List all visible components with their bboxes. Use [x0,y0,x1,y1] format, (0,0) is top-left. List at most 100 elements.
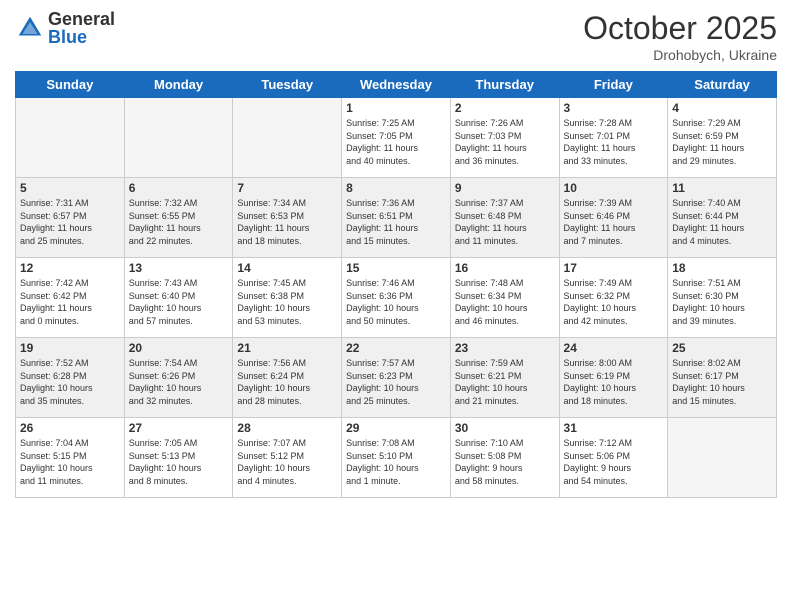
col-thursday: Thursday [450,72,559,98]
calendar-row: 5 Sunrise: 7:31 AM Sunset: 6:57 PM Daylig… [16,178,777,258]
day-number: 16 [455,261,555,275]
calendar-row: 1Sunrise: 7:25 AM Sunset: 7:05 PM Daylig… [16,98,777,178]
day-number: 11 [672,181,772,195]
day-info: Sunrise: 7:42 AM Sunset: 6:42 PM Dayligh… [20,277,120,327]
day-info: Sunrise: 7:51 AM Sunset: 6:30 PM Dayligh… [672,277,772,327]
day-number: 14 [237,261,337,275]
table-row: 3Sunrise: 7:28 AM Sunset: 7:01 PM Daylig… [559,98,668,178]
day-number: 3 [564,101,664,115]
day-number: 6 [129,181,229,195]
table-row: 1Sunrise: 7:25 AM Sunset: 7:05 PM Daylig… [342,98,451,178]
table-row: 8Sunrise: 7:36 AM Sunset: 6:51 PM Daylig… [342,178,451,258]
calendar: Sunday Monday Tuesday Wednesday Thursday… [15,71,777,498]
col-saturday: Saturday [668,72,777,98]
day-info: Sunrise: 7:43 AM Sunset: 6:40 PM Dayligh… [129,277,229,327]
day-number: 7 [237,181,337,195]
table-row: 22Sunrise: 7:57 AM Sunset: 6:23 PM Dayli… [342,338,451,418]
table-row [668,418,777,498]
day-number: 20 [129,341,229,355]
table-row: 26 Sunrise: 7:04 AM Sunset: 5:15 PM Dayli… [16,418,125,498]
calendar-row: 12Sunrise: 7:42 AM Sunset: 6:42 PM Dayli… [16,258,777,338]
day-info: Sunrise: 8:00 AM Sunset: 6:19 PM Dayligh… [564,357,664,407]
day-info: Sunrise: 7:25 AM Sunset: 7:05 PM Dayligh… [346,117,446,167]
table-row: 5 Sunrise: 7:31 AM Sunset: 6:57 PM Daylig… [16,178,125,258]
logo-icon [15,13,45,43]
day-number: 17 [564,261,664,275]
day-info: Sunrise: 7:10 AM Sunset: 5:08 PM Dayligh… [455,437,555,487]
day-info: Sunrise: 7:52 AM Sunset: 6:28 PM Dayligh… [20,357,120,407]
title-block: October 2025 Drohobych, Ukraine [583,10,777,63]
day-info: Sunrise: 7:29 AM Sunset: 6:59 PM Dayligh… [672,117,772,167]
day-number: 19 [20,341,120,355]
day-info: Sunrise: 7:45 AM Sunset: 6:38 PM Dayligh… [237,277,337,327]
day-info: Sunrise: 7:57 AM Sunset: 6:23 PM Dayligh… [346,357,446,407]
table-row: 21Sunrise: 7:56 AM Sunset: 6:24 PM Dayli… [233,338,342,418]
day-number: 29 [346,421,446,435]
day-info: Sunrise: 7:12 AM Sunset: 5:06 PM Dayligh… [564,437,664,487]
col-monday: Monday [124,72,233,98]
location: Drohobych, Ukraine [583,47,777,63]
day-number: 27 [129,421,229,435]
day-number: 21 [237,341,337,355]
col-tuesday: Tuesday [233,72,342,98]
table-row: 7 Sunrise: 7:34 AM Sunset: 6:53 PM Daylig… [233,178,342,258]
day-info: Sunrise: 7:54 AM Sunset: 6:26 PM Dayligh… [129,357,229,407]
calendar-row: 26 Sunrise: 7:04 AM Sunset: 5:15 PM Dayli… [16,418,777,498]
day-info: Sunrise: 7:36 AM Sunset: 6:51 PM Dayligh… [346,197,446,247]
day-number: 26 [20,421,120,435]
day-number: 15 [346,261,446,275]
day-number: 5 [20,181,120,195]
table-row: 18 Sunrise: 7:51 AM Sunset: 6:30 PM Dayli… [668,258,777,338]
header-row: Sunday Monday Tuesday Wednesday Thursday… [16,72,777,98]
table-row: 24 Sunrise: 8:00 AM Sunset: 6:19 PM Dayli… [559,338,668,418]
page: General Blue October 2025 Drohobych, Ukr… [0,0,792,612]
table-row: 19 Sunrise: 7:52 AM Sunset: 6:28 PM Dayli… [16,338,125,418]
day-number: 10 [564,181,664,195]
day-number: 25 [672,341,772,355]
day-number: 31 [564,421,664,435]
table-row: 23Sunrise: 7:59 AM Sunset: 6:21 PM Dayli… [450,338,559,418]
table-row: 28Sunrise: 7:07 AM Sunset: 5:12 PM Dayli… [233,418,342,498]
table-row: 27 Sunrise: 7:05 AM Sunset: 5:13 PM Dayli… [124,418,233,498]
day-info: Sunrise: 7:05 AM Sunset: 5:13 PM Dayligh… [129,437,229,487]
day-number: 30 [455,421,555,435]
day-info: Sunrise: 7:49 AM Sunset: 6:32 PM Dayligh… [564,277,664,327]
table-row: 16 Sunrise: 7:48 AM Sunset: 6:34 PM Dayli… [450,258,559,338]
logo: General Blue [15,10,115,46]
table-row: 10 Sunrise: 7:39 AM Sunset: 6:46 PM Dayli… [559,178,668,258]
day-info: Sunrise: 7:40 AM Sunset: 6:44 PM Dayligh… [672,197,772,247]
table-row: 14 Sunrise: 7:45 AM Sunset: 6:38 PM Dayli… [233,258,342,338]
table-row [233,98,342,178]
day-info: Sunrise: 7:08 AM Sunset: 5:10 PM Dayligh… [346,437,446,487]
month-title: October 2025 [583,10,777,47]
logo-general: General [48,10,115,28]
day-number: 18 [672,261,772,275]
table-row: 29 Sunrise: 7:08 AM Sunset: 5:10 PM Dayli… [342,418,451,498]
day-number: 23 [455,341,555,355]
table-row: 6Sunrise: 7:32 AM Sunset: 6:55 PM Daylig… [124,178,233,258]
table-row [124,98,233,178]
table-row: 15Sunrise: 7:46 AM Sunset: 6:36 PM Dayli… [342,258,451,338]
table-row: 17 Sunrise: 7:49 AM Sunset: 6:32 PM Dayli… [559,258,668,338]
day-info: Sunrise: 7:34 AM Sunset: 6:53 PM Dayligh… [237,197,337,247]
day-number: 24 [564,341,664,355]
day-number: 2 [455,101,555,115]
day-info: Sunrise: 7:39 AM Sunset: 6:46 PM Dayligh… [564,197,664,247]
table-row: 20 Sunrise: 7:54 AM Sunset: 6:26 PM Dayli… [124,338,233,418]
header: General Blue October 2025 Drohobych, Ukr… [15,10,777,63]
col-sunday: Sunday [16,72,125,98]
day-info: Sunrise: 7:07 AM Sunset: 5:12 PM Dayligh… [237,437,337,487]
col-wednesday: Wednesday [342,72,451,98]
table-row: 11 Sunrise: 7:40 AM Sunset: 6:44 PM Dayli… [668,178,777,258]
col-friday: Friday [559,72,668,98]
day-info: Sunrise: 7:31 AM Sunset: 6:57 PM Dayligh… [20,197,120,247]
table-row: 13Sunrise: 7:43 AM Sunset: 6:40 PM Dayli… [124,258,233,338]
table-row: 9Sunrise: 7:37 AM Sunset: 6:48 PM Daylig… [450,178,559,258]
table-row: 25Sunrise: 8:02 AM Sunset: 6:17 PM Dayli… [668,338,777,418]
table-row: 2Sunrise: 7:26 AM Sunset: 7:03 PM Daylig… [450,98,559,178]
day-info: Sunrise: 7:04 AM Sunset: 5:15 PM Dayligh… [20,437,120,487]
day-info: Sunrise: 7:48 AM Sunset: 6:34 PM Dayligh… [455,277,555,327]
logo-text: General Blue [48,10,115,46]
table-row: 4Sunrise: 7:29 AM Sunset: 6:59 PM Daylig… [668,98,777,178]
logo-blue: Blue [48,28,115,46]
